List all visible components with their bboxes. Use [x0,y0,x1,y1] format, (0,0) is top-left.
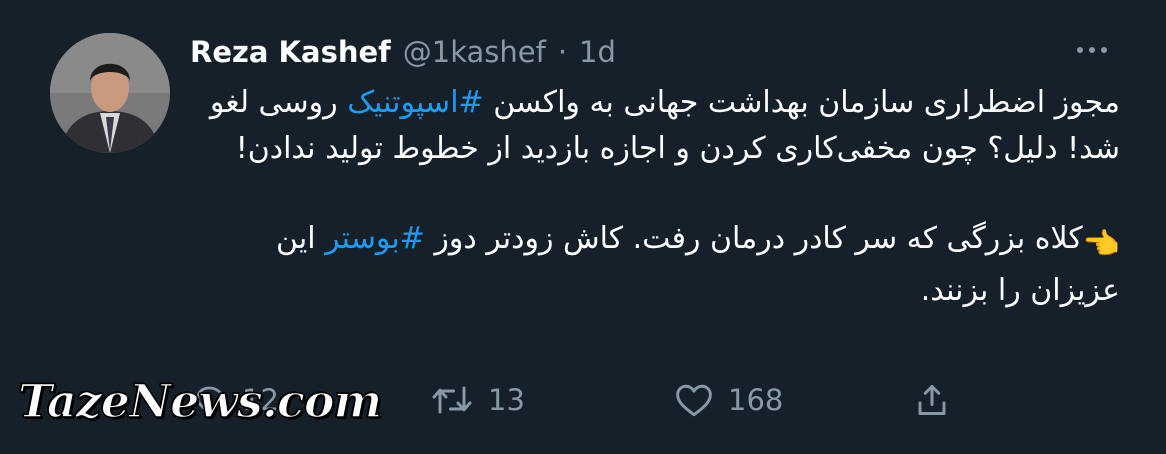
hashtag-booster[interactable]: #بوستر [325,221,425,256]
like-button[interactable]: 168 [674,372,783,428]
share-icon [918,385,946,415]
tweet-paragraph-1: مجوز اضطراری سازمان بهداشت جهانی به واکس… [190,80,1120,172]
like-count: 168 [728,383,784,417]
share-button[interactable] [914,372,950,428]
pointing-left-emoji: 👈 [1082,227,1120,262]
tweet-text: مجوز اضطراری سازمان بهداشت جهانی به واکس… [190,80,1120,314]
header-separator: · [557,35,568,69]
retweet-icon [432,386,472,414]
hashtag-sputnik[interactable]: #اسپوتنیک [347,85,483,120]
more-options-button[interactable] [1068,38,1116,62]
retweet-button[interactable]: 13 [430,372,525,428]
tweet-text-line3: کلاه بزرگی که سر کادر درمان رفت. کاش زود… [424,221,1083,256]
site-watermark: TazeNews.com [17,373,383,429]
avatar[interactable] [50,33,170,153]
author-handle[interactable]: @1kashef [403,35,546,69]
heart-icon [676,384,712,417]
avatar-photo [50,33,170,153]
more-dots-icon [1077,47,1107,53]
author-name[interactable]: Reza Kashef [190,35,391,69]
retweet-count: 13 [488,383,525,417]
tweet-timestamp[interactable]: 1d [579,35,616,69]
tweet-header: Reza Kashef @1kashef · 1d [190,32,616,72]
tweet-text-line1: مجوز اضطراری سازمان بهداشت جهانی به واکس… [483,85,1120,120]
tweet-paragraph-2: 👈کلاه بزرگی که سر کادر درمان رفت. کاش زو… [190,216,1120,314]
